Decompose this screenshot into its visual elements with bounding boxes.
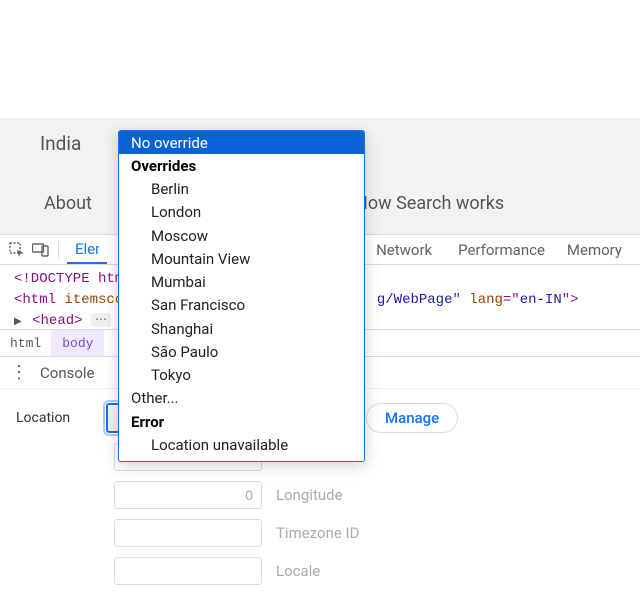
dropdown-item-other[interactable]: Other...: [119, 387, 364, 410]
timezone-row: Timezone ID: [114, 519, 624, 547]
dropdown-item-tokyo[interactable]: Tokyo: [119, 364, 364, 387]
tab-performance[interactable]: Performance: [450, 235, 553, 264]
timezone-label: Timezone ID: [276, 524, 359, 542]
longitude-input[interactable]: [114, 481, 262, 509]
tab-label: Elements: [75, 240, 99, 258]
breadcrumb-html[interactable]: html: [0, 330, 52, 356]
footer-link-how-search-works[interactable]: How Search works: [355, 193, 504, 214]
collapsed-ellipsis-icon[interactable]: ⋯: [91, 313, 111, 327]
dropdown-item-mountain-view[interactable]: Mountain View: [119, 247, 364, 270]
dropdown-group-error: Error: [119, 410, 364, 433]
dropdown-item-london[interactable]: London: [119, 201, 364, 224]
footer-link-about[interactable]: About: [44, 193, 92, 214]
longitude-label: Longitude: [276, 486, 343, 504]
tab-elements[interactable]: Elements: [67, 235, 107, 264]
location-dropdown-popup[interactable]: No override Overrides Berlin London Mosc…: [118, 130, 365, 462]
dropdown-item-location-unavailable[interactable]: Location unavailable: [119, 433, 364, 456]
longitude-row: Longitude: [114, 481, 624, 509]
inspect-icon[interactable]: [8, 241, 26, 259]
dropdown-item-shanghai[interactable]: Shanghai: [119, 317, 364, 340]
drawer-tab-console[interactable]: Console: [40, 364, 95, 382]
locale-row: Locale: [114, 557, 624, 585]
locale-input[interactable]: [114, 557, 262, 585]
tab-network[interactable]: Network: [368, 235, 440, 264]
location-label: Location: [16, 410, 98, 426]
dropdown-item-sao-paulo[interactable]: São Paulo: [119, 340, 364, 363]
tab-memory[interactable]: Memory: [559, 235, 630, 264]
timezone-input[interactable]: [114, 519, 262, 547]
manage-button[interactable]: Manage: [366, 403, 458, 433]
breadcrumb-body[interactable]: body: [52, 330, 104, 356]
tab-label: Network: [376, 241, 432, 259]
country-label: India: [40, 132, 81, 155]
dropdown-group-overrides: Overrides: [119, 154, 364, 177]
dropdown-item-berlin[interactable]: Berlin: [119, 178, 364, 201]
page-top-blank: [0, 0, 640, 118]
drawer-menu-icon[interactable]: ⋮: [10, 362, 28, 383]
toolbar-separator: [58, 241, 59, 259]
dropdown-item-moscow[interactable]: Moscow: [119, 224, 364, 247]
dropdown-item-san-francisco[interactable]: San Francisco: [119, 294, 364, 317]
dropdown-item-no-override[interactable]: No override: [119, 131, 364, 154]
expand-triangle-icon[interactable]: ▶: [14, 317, 22, 328]
dropdown-item-mumbai[interactable]: Mumbai: [119, 271, 364, 294]
device-toolbar-icon[interactable]: [32, 241, 50, 259]
locale-label: Locale: [276, 562, 320, 580]
